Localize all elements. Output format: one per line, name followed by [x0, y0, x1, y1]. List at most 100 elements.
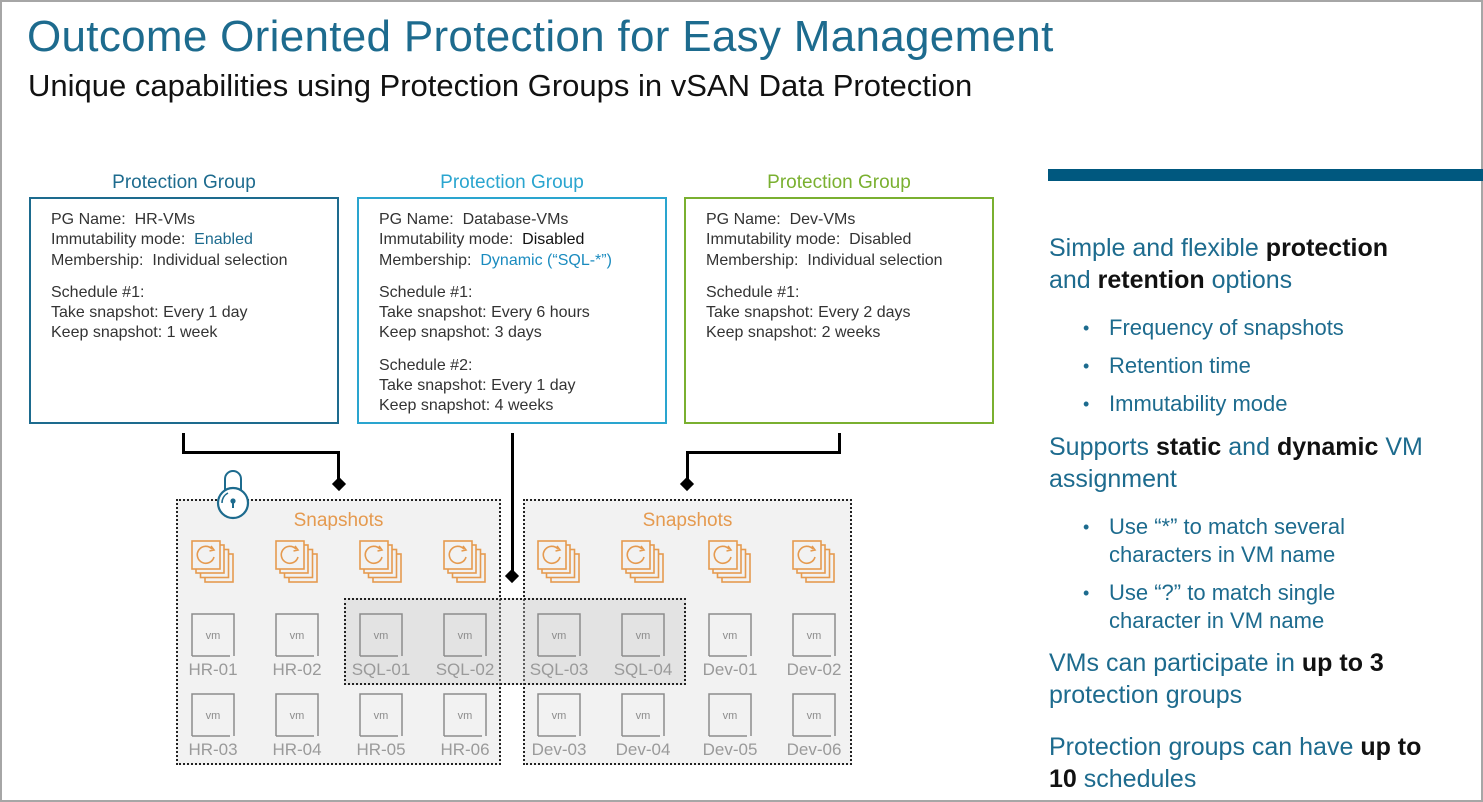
- immutability-value: Disabled: [849, 231, 912, 249]
- svg-text:vm: vm: [807, 710, 822, 722]
- slide-title: Outcome Oriented Protection for Easy Man…: [27, 12, 1054, 61]
- emphasis: static: [1156, 433, 1222, 461]
- schedule-keep: Keep snapshot: 3 days: [379, 324, 542, 342]
- pg3-box: PG Name: Dev-VMs Immutability mode: Disa…: [684, 197, 994, 424]
- vm-icon: vm: [359, 693, 403, 737]
- vm-label: SQL-03: [529, 660, 589, 679]
- snapshot-stack-icon: [792, 540, 835, 583]
- bullet-item: Frequency of snapshots: [1049, 314, 1469, 342]
- svg-text:vm: vm: [552, 630, 567, 642]
- vm-icon: vm: [359, 613, 403, 657]
- snapshot-stack-icon: [537, 540, 580, 583]
- point-protection-retention: Simple and flexible protection and reten…: [1049, 232, 1469, 296]
- svg-text:vm: vm: [552, 710, 567, 722]
- point-static-dynamic: Supports static and dynamic VM assignmen…: [1049, 431, 1469, 495]
- snapshot-area-title: Snapshots: [642, 510, 733, 531]
- accent-bar: [1048, 169, 1483, 181]
- vm-icon: vm: [443, 613, 487, 657]
- schedule-keep: Keep snapshot: 4 weeks: [379, 397, 554, 415]
- bullet-item: Use “*” to match several characters in V…: [1049, 513, 1409, 569]
- svg-text:vm: vm: [723, 630, 738, 642]
- vm-label: Dev-06: [786, 740, 842, 759]
- pg-name-label: PG Name:: [706, 211, 781, 228]
- bullets-dynamic: Use “*” to match several characters in V…: [1049, 513, 1409, 635]
- pg3-label: Protection Group: [767, 172, 911, 193]
- svg-text:vm: vm: [290, 710, 305, 722]
- vm-icon: vm: [792, 693, 836, 737]
- connector-pg3: [686, 451, 841, 454]
- vm-icon: vm: [537, 693, 581, 737]
- membership-label: Membership:: [51, 251, 144, 269]
- snapshot-stack-icon: [191, 540, 234, 583]
- vm-label: Dev-01: [702, 660, 758, 679]
- text: schedules: [1076, 765, 1197, 793]
- vm-label: HR-04: [272, 740, 322, 759]
- membership-label: Membership:: [706, 251, 799, 269]
- bullet-item: Use “?” to match single character in VM …: [1049, 579, 1409, 635]
- bullet-item: Immutability mode: [1049, 390, 1469, 418]
- snapshot-stack-icon: [359, 540, 402, 583]
- schedule-title: Schedule #1:: [51, 283, 145, 301]
- bullet-item: Retention time: [1049, 352, 1469, 380]
- immutability-label: Immutability mode:: [706, 231, 841, 249]
- emphasis: dynamic: [1276, 433, 1379, 461]
- immutability-label: Immutability mode:: [379, 231, 514, 249]
- connector-pg2: [511, 433, 514, 571]
- schedule-keep: Keep snapshot: 2 weeks: [706, 324, 881, 342]
- pg2-label: Protection Group: [440, 172, 584, 193]
- membership-value: Individual selection: [152, 251, 288, 269]
- svg-text:vm: vm: [206, 630, 221, 642]
- text: Supports: [1049, 433, 1157, 461]
- pg-name: Database-VMs: [462, 211, 569, 228]
- text: and: [1221, 433, 1277, 461]
- schedule-title: Schedule #2:: [379, 356, 473, 374]
- emphasis: up to 3: [1301, 649, 1384, 677]
- vm-label: SQL-02: [435, 660, 495, 679]
- vm-label: SQL-01: [351, 660, 411, 679]
- vm-label: Dev-02: [786, 660, 842, 679]
- vm-label: Dev-05: [702, 740, 758, 759]
- schedule-title: Schedule #1:: [379, 283, 473, 301]
- text: options: [1204, 266, 1293, 294]
- pg-name: Dev-VMs: [789, 211, 856, 228]
- svg-text:vm: vm: [206, 710, 221, 722]
- emphasis: retention: [1097, 266, 1205, 294]
- point-up-to-3: VMs can participate in up to 3 protectio…: [1049, 647, 1449, 711]
- schedule-take: Take snapshot: Every 2 days: [706, 304, 911, 322]
- emphasis: protection: [1265, 234, 1389, 262]
- svg-text:vm: vm: [636, 630, 651, 642]
- vm-icon: vm: [708, 693, 752, 737]
- immutability-value: Enabled: [194, 231, 253, 249]
- pg-name-label: PG Name:: [51, 211, 126, 228]
- svg-text:vm: vm: [636, 710, 651, 722]
- bullets-protection: Frequency of snapshots Retention time Im…: [1049, 314, 1469, 418]
- snapshot-stack-icon: [621, 540, 664, 583]
- vm-icon: vm: [443, 693, 487, 737]
- schedule-take: Take snapshot: Every 1 day: [51, 304, 248, 322]
- svg-text:vm: vm: [290, 630, 305, 642]
- immutability-value: Disabled: [522, 231, 585, 249]
- vm-label: HR-06: [440, 740, 490, 759]
- pg2-box: PG Name: Database-VMs Immutability mode:…: [357, 197, 667, 424]
- vm-icon: vm: [275, 693, 319, 737]
- text: and: [1049, 266, 1098, 294]
- svg-text:vm: vm: [807, 630, 822, 642]
- point-up-to-10: Protection groups can have up to 10 sche…: [1049, 731, 1449, 795]
- vm-label: Dev-04: [615, 740, 671, 759]
- vm-icon: vm: [537, 613, 581, 657]
- immutability-label: Immutability mode:: [51, 231, 186, 249]
- svg-text:vm: vm: [374, 710, 389, 722]
- pg1-label: Protection Group: [112, 172, 256, 193]
- membership-label: Membership:: [379, 251, 472, 269]
- text: protection groups: [1049, 681, 1243, 709]
- pg1-box: PG Name: HR-VMs Immutability mode: Enabl…: [29, 197, 339, 424]
- svg-text:vm: vm: [458, 630, 473, 642]
- vm-icon: vm: [621, 613, 665, 657]
- vm-label: SQL-04: [613, 660, 673, 679]
- text: VMs can participate in: [1049, 649, 1302, 677]
- snapshot-stack-icon: [708, 540, 751, 583]
- svg-text:vm: vm: [458, 710, 473, 722]
- text: Protection groups can have: [1049, 733, 1361, 761]
- vm-icon: vm: [191, 693, 235, 737]
- pg-name: HR-VMs: [134, 211, 196, 228]
